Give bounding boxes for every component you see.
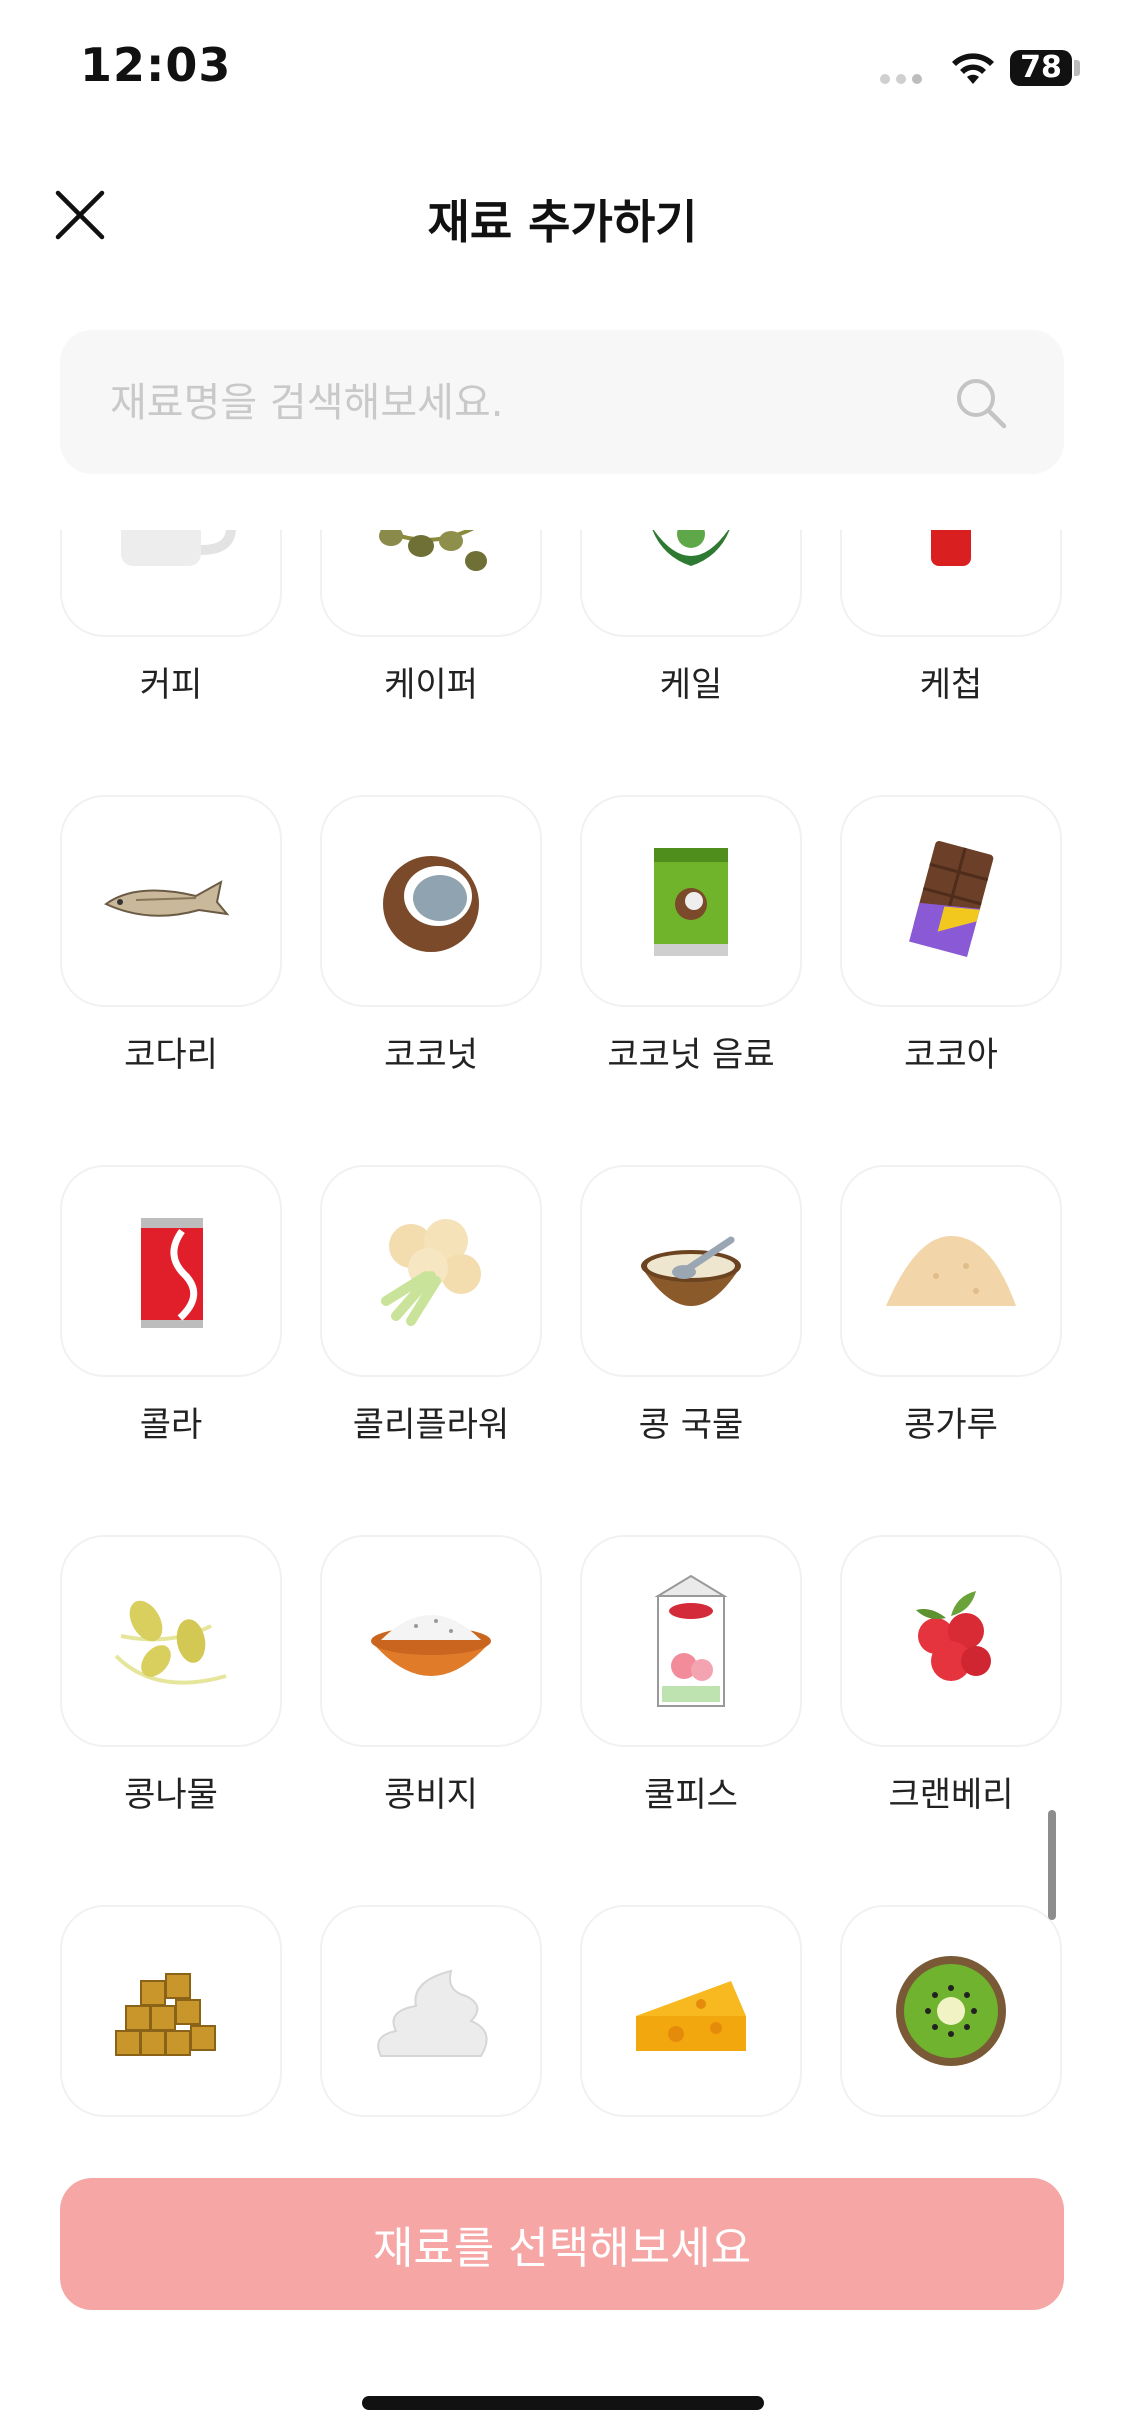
cola-can-icon	[141, 1218, 203, 1328]
ingredient-item[interactable]: 코코넛 음료	[580, 795, 802, 1107]
ingredient-label: 콩가루	[904, 1405, 998, 1445]
coconut-drink-icon	[654, 848, 728, 956]
sugar-cubes-icon	[115, 1973, 216, 2056]
ingredient-tile	[320, 795, 542, 1007]
ingredient-item[interactable]: 콩가루	[840, 1165, 1062, 1477]
ingredient-item[interactable]: 코코넛	[320, 795, 542, 1107]
header: 재료 추가하기	[0, 160, 1125, 270]
ingredient-label: 콩비지	[384, 1775, 478, 1815]
search-input[interactable]	[108, 330, 932, 476]
ingredient-tile	[840, 795, 1062, 1007]
ingredient-item[interactable]: 콩 국물	[580, 1165, 802, 1477]
cellular-signal-icon	[880, 70, 924, 84]
add-ingredient-screen: 12:03 78 재료 추가하기 재료명을 검색해보세요. 커피 케이퍼 케일 …	[0, 0, 1125, 2436]
ingredient-label: 코코넛 음료	[607, 1035, 775, 1075]
page-title: 재료 추가하기	[427, 195, 698, 249]
coffee-cup-icon	[121, 530, 236, 566]
ingredient-tile	[60, 795, 282, 1007]
ingredient-label: 케일	[659, 665, 723, 705]
juice-carton-icon	[654, 1574, 728, 1707]
status-bar: 12:03 78	[0, 0, 1125, 130]
ingredient-tile	[580, 530, 802, 637]
ingredient-item[interactable]: 커피	[60, 530, 282, 737]
battery-icon: 78	[1010, 50, 1072, 86]
wifi-icon	[952, 53, 994, 84]
ingredient-label: 케이퍼	[384, 665, 478, 705]
ingredient-label: 커피	[139, 665, 203, 705]
ingredient-item[interactable]: 코코아	[840, 795, 1062, 1107]
ingredient-tile	[840, 1535, 1062, 1747]
ingredient-tile	[580, 1905, 802, 2117]
cauliflower-icon	[381, 1219, 481, 1326]
ingredient-item[interactable]: 크랜베리	[840, 1535, 1062, 1847]
ingredient-item[interactable]: 케이퍼	[320, 530, 542, 737]
scrollbar[interactable]	[1048, 1810, 1056, 1920]
powder-pile-icon	[886, 1236, 1016, 1306]
ingredient-label: 콜라	[139, 1405, 203, 1445]
ingredient-item[interactable]: 케일	[580, 530, 802, 737]
ingredient-tile	[320, 530, 542, 637]
ingredient-label: 콜리플라워	[352, 1405, 510, 1445]
ingredient-tile	[580, 795, 802, 1007]
ingredient-item[interactable]: 콜리플라워	[320, 1165, 542, 1477]
ingredient-label: 콩나물	[124, 1775, 218, 1815]
ingredient-label: 크랜베리	[888, 1775, 1014, 1815]
ingredient-label: 콩 국물	[638, 1405, 744, 1445]
select-ingredient-button[interactable]: 재료를 선택해보세요	[60, 2178, 1064, 2310]
dried-fish-icon	[104, 880, 230, 917]
cranberry-icon	[916, 1591, 991, 1681]
ingredient-tile	[580, 1535, 802, 1747]
capers-icon	[379, 530, 487, 571]
ingredient-tile	[60, 1905, 282, 2117]
ingredient-label: 코코넛	[384, 1035, 478, 1075]
bean-sprout-icon	[114, 1600, 227, 1685]
ingredient-tile	[320, 1535, 542, 1747]
ketchup-icon	[931, 530, 971, 566]
ingredient-item[interactable]	[60, 1905, 282, 2130]
chocolate-icon	[909, 841, 994, 958]
ingredient-tile	[60, 530, 282, 637]
ingredient-tile	[60, 1535, 282, 1747]
ingredient-item[interactable]: 코다리	[60, 795, 282, 1107]
bean-curd-bowl-icon	[371, 1615, 491, 1676]
battery-cap	[1074, 60, 1080, 76]
ingredient-label: 케첩	[919, 665, 983, 705]
ingredient-item[interactable]: 콜라	[60, 1165, 282, 1477]
ingredient-item[interactable]	[320, 1905, 542, 2130]
ingredient-label: 코다리	[124, 1035, 218, 1075]
soup-bowl-icon	[641, 1236, 741, 1306]
ingredient-tile	[320, 1165, 542, 1377]
ingredient-label: 쿨피스	[644, 1775, 738, 1815]
ingredient-item[interactable]: 콩비지	[320, 1535, 542, 1847]
ingredient-item[interactable]: 쿨피스	[580, 1535, 802, 1847]
home-indicator[interactable]	[362, 2396, 764, 2410]
cheese-icon	[636, 1981, 746, 2051]
ingredient-item[interactable]: 케첩	[840, 530, 1062, 737]
status-time: 12:03	[80, 38, 232, 92]
ingredient-grid: 커피 케이퍼 케일 케첩 코다리 코코넛 코코넛 음료 코코아 콜라 콜리플라워…	[0, 530, 1125, 2130]
ingredient-label: 코코아	[904, 1035, 998, 1075]
ingredient-item[interactable]	[580, 1905, 802, 2130]
ingredient-tile	[840, 530, 1062, 637]
coconut-icon	[383, 856, 479, 952]
ingredient-tile	[60, 1165, 282, 1377]
search-bar	[60, 330, 1064, 476]
kiwi-icon	[896, 1956, 1006, 2066]
ingredient-tile	[320, 1905, 542, 2117]
ingredient-tile	[840, 1905, 1062, 2117]
whipped-cream-icon	[377, 1969, 488, 2057]
kale-icon	[652, 530, 730, 566]
ingredient-tile	[580, 1165, 802, 1377]
search-icon[interactable]	[954, 376, 1008, 430]
ingredient-item[interactable]	[840, 1905, 1062, 2130]
ingredient-tile	[840, 1165, 1062, 1377]
ingredient-item[interactable]: 콩나물	[60, 1535, 282, 1847]
